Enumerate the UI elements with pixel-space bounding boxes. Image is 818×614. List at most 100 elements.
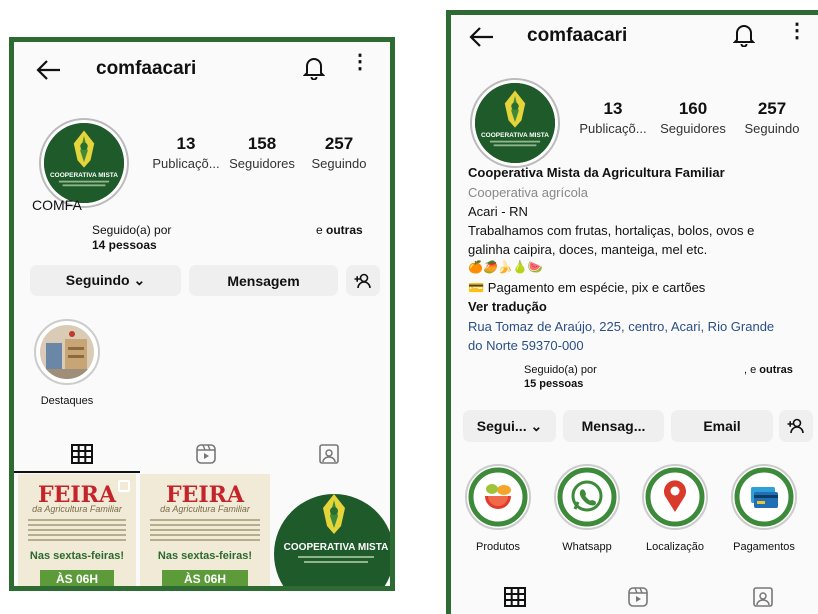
reels-tab-icon[interactable]: [626, 586, 650, 608]
highlight-label: Localização: [645, 541, 705, 553]
highlight-label: Destaques: [40, 395, 94, 407]
post-time: ÀS 06H: [162, 570, 248, 586]
add-person-button[interactable]: [346, 265, 380, 296]
stat-following[interactable]: 257 Seguindo: [737, 99, 807, 136]
cooperativa-logo-icon: COOPERATIVA MISTA: [274, 494, 390, 586]
cooperativa-logo-icon: COOPERATIVA MISTA: [44, 123, 124, 203]
stat-value: 13: [176, 134, 196, 153]
stat-label: Seguindo: [311, 156, 367, 171]
logo-text: COOPERATIVA MISTA: [284, 542, 389, 553]
stat-value: 158: [247, 134, 277, 153]
highlight-destaques[interactable]: [34, 319, 100, 385]
top-bar: comfaacari ⋮: [14, 42, 390, 94]
address-link[interactable]: do Norte 59370-000: [468, 338, 584, 353]
address-link[interactable]: Rua Tomaz de Araújo, 225, centro, Acari,…: [468, 319, 774, 334]
others-label: outras: [326, 223, 363, 237]
stat-following[interactable]: 257 Seguindo: [304, 134, 374, 171]
active-tab-indicator: [14, 471, 140, 473]
others-label: outras: [759, 364, 793, 376]
post-subtitle: da Agricultura Familiar: [32, 504, 122, 514]
bio-location: Acari - RN: [468, 204, 528, 219]
stat-posts[interactable]: 13 Publicaçõ...: [147, 134, 225, 171]
cooperativa-logo-icon: COOPERATIVA MISTA: [475, 83, 555, 163]
stat-label: Seguidores: [229, 156, 295, 171]
message-button[interactable]: Mensag...: [563, 410, 664, 442]
tagged-tab-icon[interactable]: [751, 586, 775, 608]
more-options-icon[interactable]: ⋮: [787, 21, 807, 43]
notification-bell-icon[interactable]: [303, 56, 325, 80]
highlight-label: Produtos: [475, 541, 521, 553]
bio-line: galinha caipira, doces, manteiga, mel et…: [468, 242, 708, 257]
highlight-thumbnail: [40, 325, 94, 379]
stat-label: Publicaçõ...: [152, 156, 220, 171]
stat-posts[interactable]: 13 Publicaçõ...: [574, 99, 652, 136]
profile-tabs: [451, 580, 818, 614]
tagged-tab-icon[interactable]: [317, 443, 341, 465]
post-time: ÀS 06H: [40, 570, 114, 586]
add-person-button[interactable]: [779, 410, 813, 442]
profile-tabs: [14, 437, 390, 473]
bio-category: Cooperativa agrícola: [468, 185, 588, 200]
post-thumbnail[interactable]: FEIRA da Agricultura Familiar Nas sextas…: [140, 474, 270, 586]
profile-avatar[interactable]: COOPERATIVA MISTA: [472, 80, 558, 166]
followed-by-others[interactable]: e outras: [316, 223, 363, 237]
following-button[interactable]: Segui... ⌄: [463, 410, 556, 442]
grid-tab-icon[interactable]: [70, 443, 94, 465]
post-day: Nas sextas-feiras!: [157, 550, 253, 562]
notification-bell-icon[interactable]: [733, 23, 755, 47]
stat-value: 160: [678, 99, 708, 118]
post-thumbnail[interactable]: COOPERATIVA MISTA: [274, 474, 390, 586]
stat-label: Seguidores: [660, 121, 726, 136]
highlight-whatsapp[interactable]: [554, 464, 620, 530]
location-pin-icon: [645, 467, 705, 527]
followed-by-label[interactable]: Seguido(a) por: [92, 223, 171, 237]
highlight-produtos[interactable]: [465, 464, 531, 530]
followed-by-count[interactable]: 15 pessoas: [524, 378, 583, 390]
post-thumbnail[interactable]: FEIRA da Agricultura Familiar Nas sextas…: [18, 474, 136, 586]
others-prefix: e: [316, 223, 327, 237]
following-button[interactable]: Seguindo ⌄: [30, 265, 181, 296]
back-arrow-icon[interactable]: [36, 58, 62, 82]
bio-payment: 💳 Pagamento em espécie, pix e cartões: [468, 280, 706, 295]
stat-followers[interactable]: 158 Seguidores: [224, 134, 300, 171]
post-body-lines: [150, 516, 260, 546]
followed-by-others[interactable]: , e outras: [744, 364, 793, 376]
add-person-icon: [787, 418, 804, 434]
grid-tab-icon[interactable]: [503, 586, 527, 608]
more-options-icon[interactable]: ⋮: [350, 52, 370, 74]
top-bar: comfaacari ⋮: [451, 15, 818, 67]
bio-emojis: 🍊🥭🍌🍐🍉: [468, 260, 543, 274]
see-translation-link[interactable]: Ver tradução: [468, 299, 547, 314]
reels-tab-icon[interactable]: [194, 443, 218, 465]
post-day: Nas sextas-feiras!: [29, 550, 125, 562]
others-prefix: , e: [744, 364, 760, 376]
profile-avatar[interactable]: COOPERATIVA MISTA: [41, 120, 127, 206]
profile-screen-left: comfaacari ⋮ COOPERATIVA MISTA 13 Public…: [9, 37, 395, 591]
bio-line: Trabalhamos com frutas, hortaliças, bolo…: [468, 223, 755, 238]
stat-label: Publicaçõ...: [579, 121, 647, 136]
whatsapp-icon: [557, 467, 617, 527]
email-button[interactable]: Email: [671, 410, 773, 442]
highlight-pagamentos[interactable]: [731, 464, 797, 530]
followed-by-label[interactable]: Seguido(a) por: [524, 364, 597, 376]
credit-card-icon: [734, 467, 794, 527]
stat-label: Seguindo: [744, 121, 800, 136]
back-arrow-icon[interactable]: [469, 25, 495, 49]
highlight-localizacao[interactable]: [642, 464, 708, 530]
logo-text: COOPERATIVA MISTA: [50, 172, 118, 179]
followed-by-count[interactable]: 14 pessoas: [92, 238, 157, 252]
highlight-label: Whatsapp: [562, 541, 612, 553]
fruits-icon: [468, 467, 528, 527]
stat-value: 257: [757, 99, 787, 118]
profile-username: comfaacari: [527, 25, 628, 46]
logo-text: COOPERATIVA MISTA: [481, 132, 549, 139]
stat-followers[interactable]: 160 Seguidores: [655, 99, 731, 136]
post-subtitle: da Agricultura Familiar: [160, 504, 250, 514]
message-button[interactable]: Mensagem: [189, 265, 338, 296]
multi-post-icon: [118, 480, 130, 492]
profile-name: COMFA: [32, 197, 82, 213]
bio-name: Cooperativa Mista da Agricultura Familia…: [468, 165, 725, 180]
stat-value: 257: [324, 134, 354, 153]
stat-value: 13: [603, 99, 623, 118]
highlight-label: Pagamentos: [733, 541, 795, 553]
